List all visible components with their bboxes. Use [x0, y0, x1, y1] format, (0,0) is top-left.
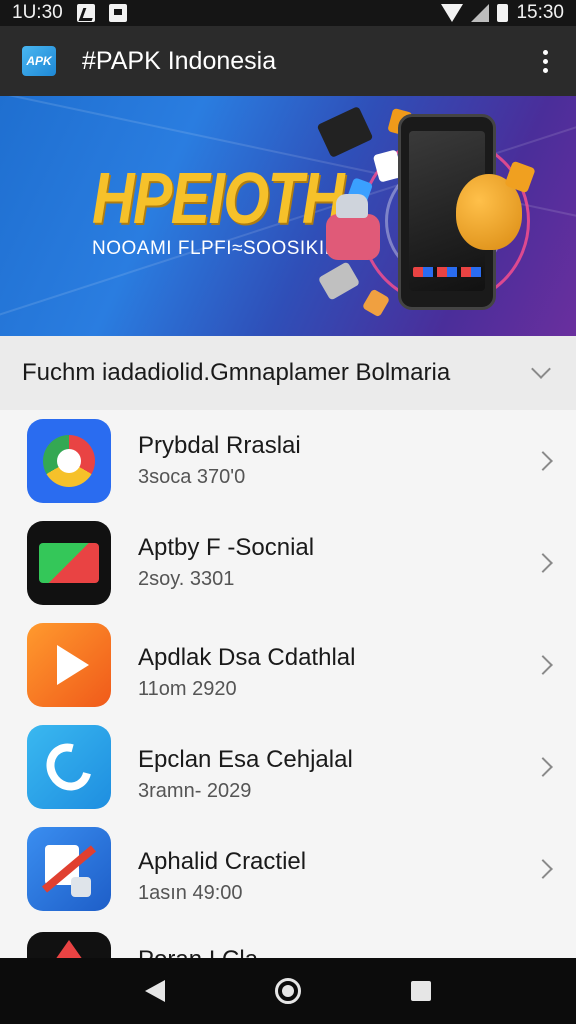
android-robot-icon	[326, 194, 380, 260]
status-time-left: 1U:30	[12, 2, 63, 23]
chart-app-icon	[27, 521, 111, 605]
app-meta: 1asın 49:00	[138, 882, 243, 904]
chevron-right-icon	[533, 859, 553, 879]
app-meta: 11om 2920	[138, 678, 237, 700]
gadget-icon	[316, 105, 374, 159]
app-title: #PAPK Indonesia	[82, 46, 277, 75]
banner-title: HPEIOTH	[92, 159, 345, 239]
home-icon[interactable]	[275, 978, 301, 1004]
app-name: Poran I Cla	[138, 946, 258, 958]
app-meta: 3ramn- 2029	[138, 780, 252, 802]
lightning-app-icon	[27, 725, 111, 809]
overflow-menu-icon[interactable]	[537, 44, 554, 79]
play-app-icon	[27, 623, 111, 707]
notification-icon-2	[108, 4, 127, 22]
recents-icon[interactable]	[411, 981, 431, 1001]
list-item[interactable]: Apdlak Dsa Cdathlal 11om 2920	[0, 614, 576, 716]
section-title: Fuchm iadadiolid.Gmnaplamer Bolmaria	[22, 359, 451, 386]
chevron-right-icon	[533, 553, 553, 573]
app-meta: 2soy. 3301	[138, 568, 235, 590]
app-bar: APK #PAPK Indonesia	[0, 26, 576, 96]
app-list: Prybdal Rraslai 3soca 370'0 Aptby F -Soc…	[0, 410, 576, 958]
signal-icon	[471, 4, 490, 22]
app-meta: 3soca 370'0	[138, 466, 246, 488]
battery-icon	[497, 4, 509, 22]
chevron-right-icon	[533, 757, 553, 777]
section-header[interactable]: Fuchm iadadiolid.Gmnaplamer Bolmaria	[0, 336, 576, 410]
app-name: Apdlak Dsa Cdathlal	[138, 644, 356, 671]
navigation-bar	[0, 958, 576, 1024]
chevron-right-icon	[533, 655, 553, 675]
status-bar: 1U:30 15:30	[0, 0, 576, 26]
chrome-like-app-icon	[27, 419, 111, 503]
back-icon[interactable]	[145, 980, 165, 1002]
promo-banner[interactable]: HPEIOTH NOOAMI FLPFI≈SOOSIKIL	[0, 96, 576, 336]
lock-app-icon	[27, 827, 111, 911]
app-name: Aptby F -Socnial	[138, 534, 315, 561]
chevron-down-icon[interactable]	[531, 359, 551, 379]
chevron-right-icon	[533, 451, 553, 471]
red-app-icon	[27, 932, 111, 958]
app-name: Aphalid Cractiel	[138, 848, 307, 875]
list-item[interactable]: Aptby F -Socnial 2soy. 3301	[0, 512, 576, 614]
status-time: 15:30	[516, 2, 564, 23]
list-item[interactable]: Epclan Esa Cehjalal 3ramn- 2029	[0, 716, 576, 818]
banner-subtitle: NOOAMI FLPFI≈SOOSIKIL	[92, 238, 336, 259]
list-item[interactable]: Prybdal Rraslai 3soca 370'0	[0, 410, 576, 512]
app-name: Prybdal Rraslai	[138, 432, 301, 459]
wifi-icon	[441, 4, 464, 22]
app-logo-icon: APK	[22, 46, 56, 76]
app-name: Epclan Esa Cehjalal	[138, 746, 353, 773]
list-item[interactable]: Aphalid Cractiel 1asın 49:00	[0, 818, 576, 920]
notification-icon	[76, 4, 95, 22]
list-item[interactable]: Poran I Cla	[0, 920, 576, 958]
